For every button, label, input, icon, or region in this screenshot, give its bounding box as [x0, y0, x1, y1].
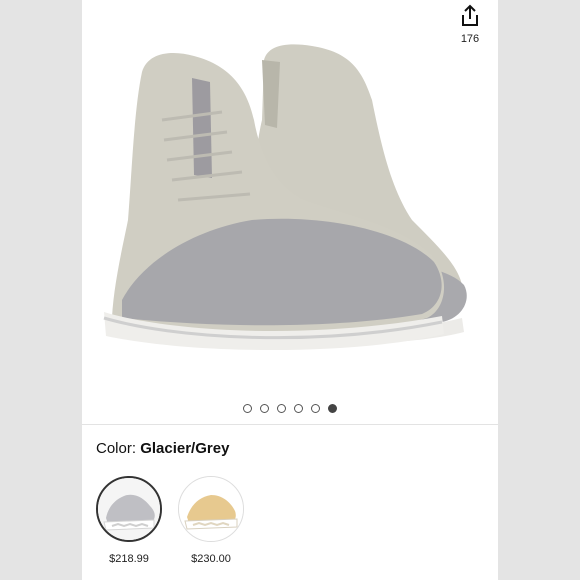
color-label: Color:	[96, 440, 137, 457]
carousel-dot[interactable]	[277, 404, 286, 413]
grey-shoe-thumbnail	[98, 478, 160, 540]
tan-shoe-thumbnail	[179, 477, 243, 541]
variant-price: $230.00	[191, 553, 231, 565]
carousel-dot[interactable]	[260, 404, 269, 413]
product-image[interactable]	[82, 0, 498, 388]
carousel-dot[interactable]	[311, 404, 320, 413]
shoe-illustration	[103, 44, 467, 351]
variant-swatch-glacier-grey[interactable]	[96, 476, 162, 542]
divider	[82, 424, 498, 425]
variant-swatch-tan[interactable]	[178, 476, 244, 542]
color-value: Glacier/Grey	[140, 440, 230, 457]
share-icon	[462, 4, 478, 26]
right-gray-margin	[498, 0, 580, 580]
carousel-dot[interactable]	[294, 404, 303, 413]
product-panel: 176 Color: Glacier/Grey $218.99 $230.00	[82, 0, 498, 580]
carousel-dot-active[interactable]	[328, 404, 337, 413]
color-selection-label: Color: Glacier/Grey	[96, 440, 229, 457]
variant-price: $218.99	[109, 553, 149, 565]
carousel-indicators	[82, 400, 498, 413]
carousel-dot[interactable]	[243, 404, 252, 413]
share-count: 176	[460, 33, 480, 45]
left-gray-margin	[0, 0, 82, 580]
